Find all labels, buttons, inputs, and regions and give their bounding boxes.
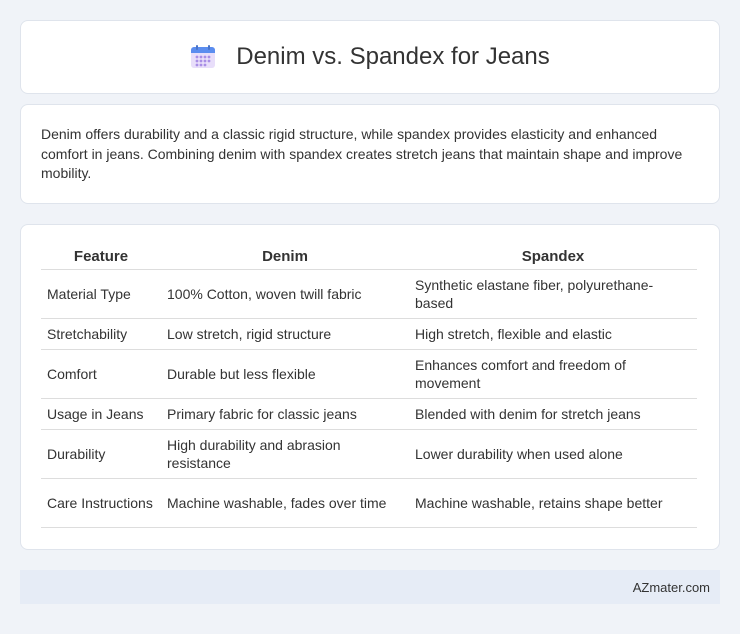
denim-cell: High durability and abrasion resistance — [161, 429, 409, 479]
denim-cell: 100% Cotton, woven twill fabric — [161, 269, 409, 319]
comparison-card: Feature Denim Spandex Material Type 100%… — [20, 224, 720, 550]
feature-cell: Material Type — [41, 269, 161, 319]
intro-card: Denim offers durability and a classic ri… — [20, 104, 720, 204]
spandex-cell: High stretch, flexible and elastic — [409, 318, 697, 350]
spandex-cell: Blended with denim for stretch jeans — [409, 398, 697, 430]
comparison-table: Feature Denim Spandex Material Type 100%… — [41, 245, 697, 528]
footer-brand[interactable]: AZmater.com — [633, 580, 710, 595]
header-feature: Feature — [41, 245, 161, 270]
feature-cell: Durability — [41, 429, 161, 479]
title-card: Denim vs. Spandex for Jeans — [20, 20, 720, 94]
table-row: Usage in Jeans Primary fabric for classi… — [41, 398, 697, 430]
spandex-cell: Lower durability when used alone — [409, 429, 697, 479]
denim-cell: Machine washable, fades over time — [161, 478, 409, 528]
footer-bar: AZmater.com — [20, 570, 720, 604]
table-row: Stretchability Low stretch, rigid struct… — [41, 318, 697, 350]
header-denim: Denim — [161, 245, 409, 270]
denim-cell: Durable but less flexible — [161, 349, 409, 399]
denim-cell: Low stretch, rigid structure — [161, 318, 409, 350]
feature-cell: Usage in Jeans — [41, 398, 161, 430]
table-row: Material Type 100% Cotton, woven twill f… — [41, 269, 697, 319]
table-row: Durability High durability and abrasion … — [41, 429, 697, 479]
table-header-row: Feature Denim Spandex — [41, 245, 697, 270]
header-spandex: Spandex — [409, 245, 697, 270]
spandex-cell: Machine washable, retains shape better — [409, 478, 697, 528]
table-row: Care Instructions Machine washable, fade… — [41, 478, 697, 528]
table-row: Comfort Durable but less flexible Enhanc… — [41, 349, 697, 399]
spandex-cell: Enhances comfort and freedom of movement — [409, 349, 697, 399]
page-title: Denim vs. Spandex for Jeans — [236, 43, 550, 70]
feature-cell: Stretchability — [41, 318, 161, 350]
calendar-icon — [190, 44, 216, 70]
spandex-cell: Synthetic elastane fiber, polyurethane-b… — [409, 269, 697, 319]
feature-cell: Comfort — [41, 349, 161, 399]
denim-cell: Primary fabric for classic jeans — [161, 398, 409, 430]
feature-cell: Care Instructions — [41, 478, 161, 528]
intro-text: Denim offers durability and a classic ri… — [41, 126, 683, 181]
